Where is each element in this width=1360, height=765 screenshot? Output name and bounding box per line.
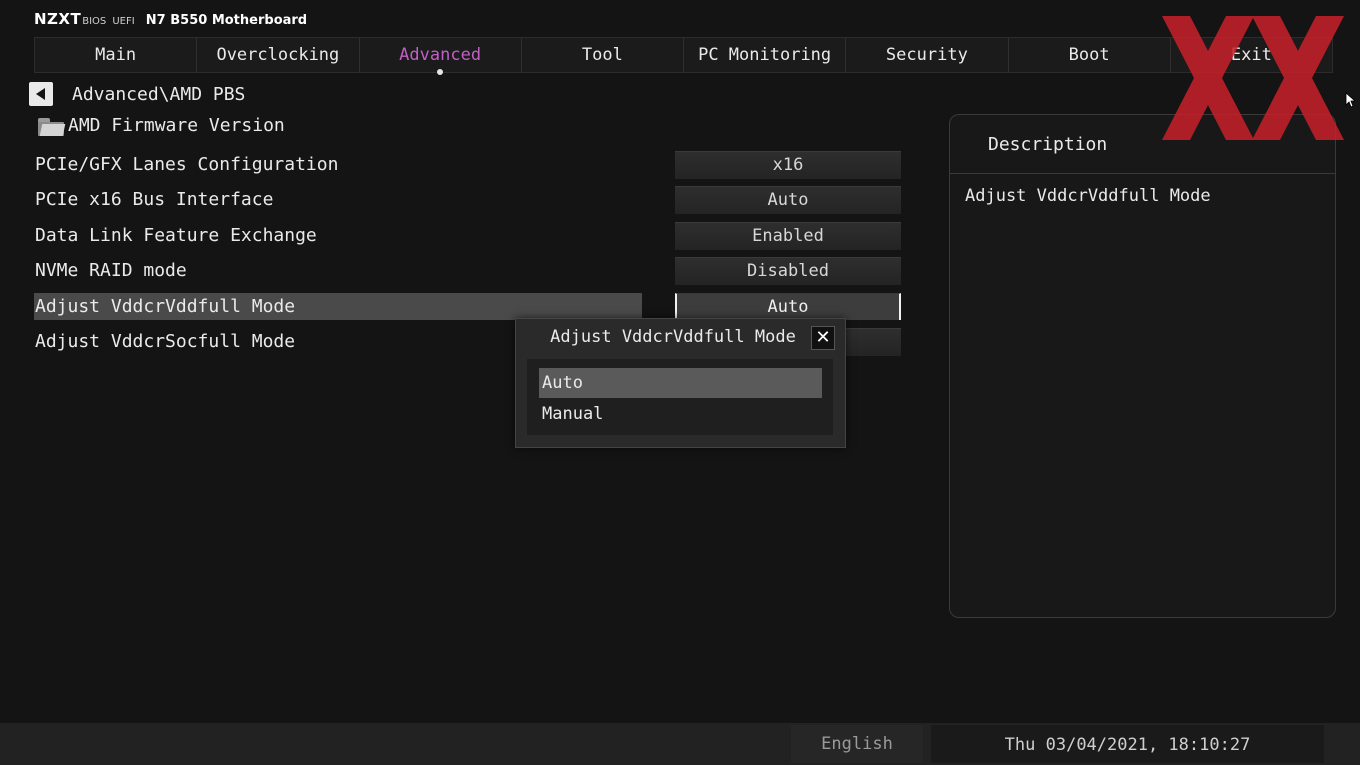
setting-value-nvme-raid[interactable]: Disabled (675, 257, 901, 285)
setting-value-data-link-feature[interactable]: Enabled (675, 222, 901, 250)
submenu-amd-firmware-version[interactable]: AMD Firmware Version (68, 115, 285, 136)
setting-label-vddcrsocfull[interactable]: Adjust VddcrSocfull Mode (35, 328, 295, 355)
setting-label-data-link-feature[interactable]: Data Link Feature Exchange (35, 222, 317, 249)
setting-label-pcie-gfx-lanes[interactable]: PCIe/GFX Lanes Configuration (35, 151, 338, 178)
tab-advanced[interactable]: Advanced (360, 38, 522, 75)
setting-label-pcie-x16-bus[interactable]: PCIe x16 Bus Interface (35, 186, 273, 213)
popup-option-auto[interactable]: Auto (539, 368, 822, 398)
setting-value-pcie-gfx-lanes[interactable]: x16 (675, 151, 901, 179)
tab-tool[interactable]: Tool (522, 38, 684, 72)
brand-model: N7 B550 Motherboard (145, 13, 308, 28)
brand-uefi: UEFI (112, 16, 135, 27)
tab-security[interactable]: Security (846, 38, 1009, 72)
description-panel: Description Adjust VddcrVddfull Mode (949, 114, 1336, 618)
datetime-display: Thu 03/04/2021, 18:10:27 (931, 725, 1324, 763)
setting-label-vddcrvddfull[interactable]: Adjust VddcrVddfull Mode (35, 293, 295, 320)
description-text: Adjust VddcrVddfull Mode (965, 186, 1211, 206)
close-icon[interactable]: ✕ (811, 326, 835, 350)
popup-title: Adjust VddcrVddfull Mode (550, 327, 796, 347)
brand-name: NZXT (34, 10, 82, 28)
popup-option-list: Auto Manual (527, 359, 833, 435)
language-selector[interactable]: English (791, 725, 923, 763)
setting-value-pcie-x16-bus[interactable]: Auto (675, 186, 901, 214)
popup-option-manual[interactable]: Manual (539, 399, 822, 429)
setting-value-vddcrvddfull[interactable]: Auto (675, 293, 901, 320)
setting-label-nvme-raid[interactable]: NVMe RAID mode (35, 257, 187, 284)
tab-boot[interactable]: Boot (1009, 38, 1171, 72)
back-button[interactable] (29, 82, 53, 106)
brand-logo: NZXTBIOS UEFI N7 B550 Motherboard (34, 9, 307, 28)
tab-pc-monitoring[interactable]: PC Monitoring (684, 38, 847, 72)
brand-bios: BIOS (82, 16, 107, 27)
watermark-logo-icon (1162, 16, 1344, 140)
tab-overclocking[interactable]: Overclocking (197, 38, 360, 72)
main-tabs: Main Overclocking Advanced Tool PC Monit… (34, 37, 1333, 75)
tab-main[interactable]: Main (35, 38, 198, 72)
mouse-cursor-icon (1345, 92, 1355, 108)
breadcrumb: Advanced\AMD PBS (72, 84, 246, 105)
option-popup: Adjust VddcrVddfull Mode ✕ Auto Manual (515, 318, 846, 448)
folder-icon (38, 118, 66, 136)
